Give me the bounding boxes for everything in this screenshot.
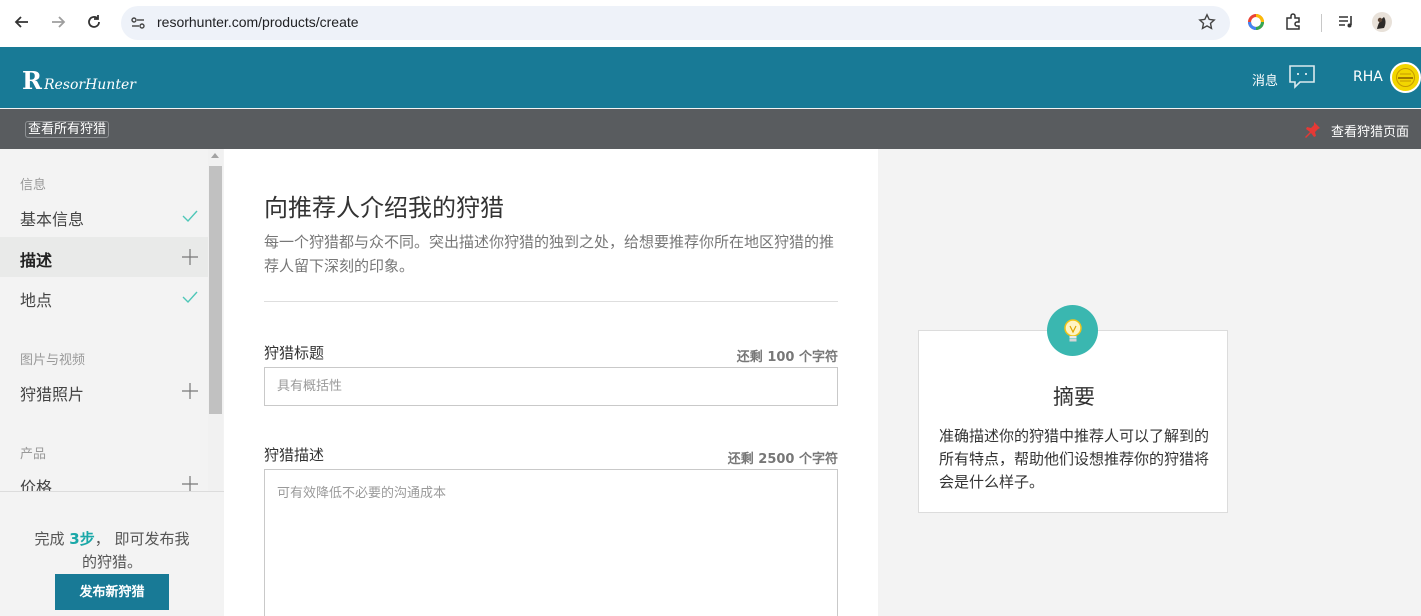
pin-icon bbox=[1303, 121, 1321, 143]
progress-message: 完成 3步， 即可发布我的狩猎。 bbox=[30, 528, 194, 574]
hunt-title-input[interactable] bbox=[264, 367, 838, 406]
arrow-right-icon bbox=[52, 16, 66, 28]
messages-link[interactable]: 消息 bbox=[1252, 70, 1278, 89]
sidebar-item-label: 基本信息 bbox=[20, 210, 85, 229]
hunt-description-textarea[interactable] bbox=[264, 469, 838, 616]
sidebar-item-label: 价格 bbox=[20, 478, 53, 491]
extensions-icon[interactable] bbox=[1282, 11, 1304, 33]
progress-text-before: 完成 bbox=[34, 530, 70, 548]
scrollbar-thumb[interactable] bbox=[209, 166, 222, 414]
sidebar-item-location[interactable]: 地点 bbox=[0, 277, 208, 317]
plus-icon bbox=[182, 476, 198, 491]
app-header: R ResorHunter 消息 RHA bbox=[0, 47, 1421, 108]
section-heading-info: 信息 bbox=[20, 178, 47, 193]
sidebar-item-description[interactable]: 描述 bbox=[0, 237, 208, 277]
sidebar: 信息 基本信息 描述 地点 图片与视频 狩猎照片 产品 价格 完成 3步， 即可… bbox=[0, 149, 224, 616]
toolbar-separator bbox=[1321, 14, 1322, 32]
site-settings-icon[interactable] bbox=[129, 14, 147, 36]
description-form: 向推荐人介绍我的狩猎 每一个狩猎都与众不同。突出描述你狩猎的独到之处，给想要推荐… bbox=[224, 149, 878, 616]
media-controls-icon[interactable] bbox=[1335, 11, 1357, 33]
tip-title: 摘要 bbox=[1053, 385, 1095, 409]
sidebar-item-photos[interactable]: 狩猎照片 bbox=[0, 371, 208, 411]
tip-card: 摘要 准确描述你的狩猎中推荐人可以了解到的所有特点，帮助他们设想推荐你的狩猎将会… bbox=[918, 330, 1228, 513]
section-heading-product: 产品 bbox=[20, 447, 47, 462]
tip-panel: 摘要 准确描述你的狩猎中推荐人可以了解到的所有特点，帮助他们设想推荐你的狩猎将会… bbox=[878, 149, 1421, 616]
chat-bubble-icon[interactable] bbox=[1288, 64, 1316, 94]
sidebar-item-basic-info[interactable]: 基本信息 bbox=[0, 196, 208, 236]
resorhunter-logo[interactable]: R ResorHunter bbox=[22, 66, 136, 95]
back-button[interactable] bbox=[10, 10, 34, 34]
forward-button[interactable] bbox=[46, 10, 70, 34]
section-heading-media: 图片与视频 bbox=[20, 353, 86, 368]
sidebar-item-label: 地点 bbox=[20, 291, 53, 310]
check-icon bbox=[182, 208, 198, 227]
view-all-hunts-link[interactable]: 查看所有狩猎 bbox=[25, 121, 110, 138]
address-bar[interactable]: resorhunter.com/products/create bbox=[121, 6, 1230, 40]
remaining-steps: 3步 bbox=[69, 530, 95, 548]
sidebar-scrollbar[interactable] bbox=[208, 149, 223, 491]
sub-navigation-bar: 查看所有狩猎 查看狩猎页面 bbox=[0, 109, 1421, 149]
tip-text: 准确描述你的狩猎中推荐人可以了解到的所有特点，帮助他们设想推荐你的狩猎将会是什么… bbox=[939, 427, 1210, 491]
plus-icon bbox=[182, 383, 198, 403]
sidebar-item-price[interactable]: 价格 bbox=[0, 464, 208, 491]
publish-hunt-button[interactable]: 发布新狩猎 bbox=[55, 574, 169, 610]
user-name[interactable]: RHA bbox=[1353, 69, 1383, 85]
reload-button[interactable] bbox=[82, 10, 106, 34]
hunt-description-label: 狩猎描述 bbox=[264, 446, 325, 464]
sidebar-footer: 完成 3步， 即可发布我的狩猎。 发布新狩猎 bbox=[0, 491, 224, 616]
check-icon bbox=[182, 289, 198, 308]
url-text[interactable]: resorhunter.com/products/create bbox=[157, 14, 359, 30]
reload-icon bbox=[88, 15, 100, 28]
google-lens-icon[interactable] bbox=[1245, 11, 1267, 33]
divider bbox=[264, 301, 838, 302]
arrow-left-icon bbox=[14, 16, 28, 28]
sidebar-steps: 信息 基本信息 描述 地点 图片与视频 狩猎照片 产品 价格 bbox=[0, 149, 208, 491]
view-hunt-page-link[interactable]: 查看狩猎页面 bbox=[1331, 121, 1409, 140]
lightbulb-icon bbox=[1047, 305, 1098, 356]
hunt-title-label: 狩猎标题 bbox=[264, 344, 325, 362]
scroll-up-arrow-icon[interactable] bbox=[211, 153, 219, 158]
bookmark-star-icon[interactable] bbox=[1198, 13, 1216, 35]
logo-text: ResorHunter bbox=[43, 77, 136, 93]
browser-toolbar: resorhunter.com/products/create bbox=[0, 0, 1421, 47]
user-avatar[interactable] bbox=[1390, 62, 1421, 93]
plus-icon bbox=[182, 249, 198, 269]
sidebar-item-label: 描述 bbox=[20, 251, 53, 270]
page-title: 向推荐人介绍我的狩猎 bbox=[264, 194, 504, 222]
progress-text-after: ， 即可发布我的狩猎。 bbox=[81, 530, 190, 571]
sidebar-item-label: 狩猎照片 bbox=[20, 385, 85, 404]
page-intro: 每一个狩猎都与众不同。突出描述你狩猎的独到之处，给想要推荐你所在地区狩猎的推荐人… bbox=[264, 233, 835, 275]
hunt-description-char-count: 还剩 2500 个字符 bbox=[727, 452, 838, 467]
profile-avatar-icon[interactable] bbox=[1371, 11, 1393, 33]
logo-letter: R bbox=[22, 66, 42, 95]
hunt-title-char-count: 还剩 100 个字符 bbox=[736, 350, 838, 365]
